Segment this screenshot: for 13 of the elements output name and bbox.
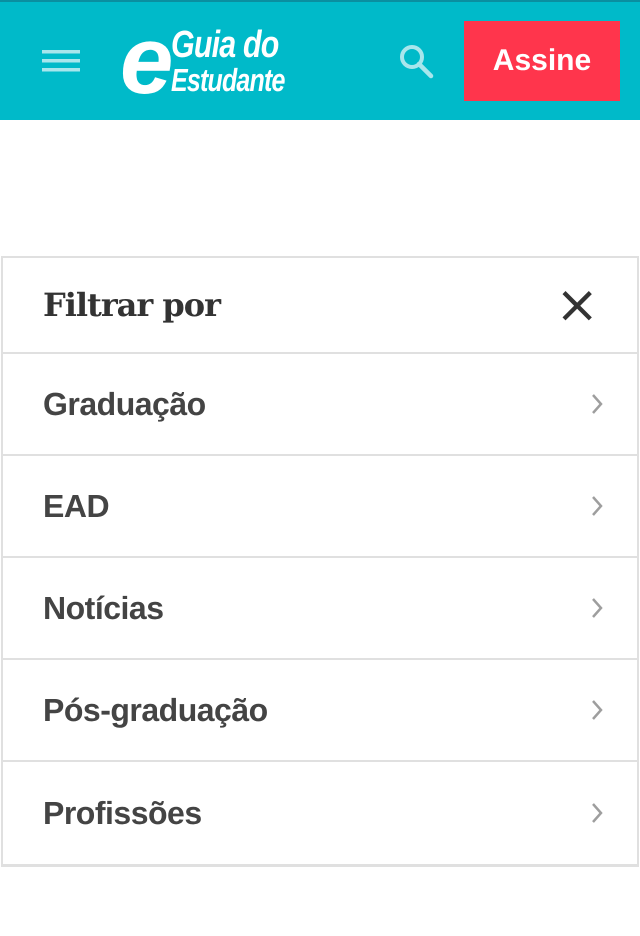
menu-icon[interactable] — [42, 49, 80, 73]
search-icon[interactable] — [398, 43, 434, 79]
chevron-icon — [591, 802, 603, 824]
logo-text: Estudante — [171, 64, 286, 96]
chevron-icon — [591, 393, 603, 415]
subscribe-button[interactable]: Assine — [464, 21, 620, 101]
chevron-icon — [591, 699, 603, 721]
logo-mark: e — [120, 25, 170, 97]
close-button[interactable]: × — [555, 279, 599, 331]
panel-title: Filtrar por — [43, 286, 220, 324]
logo-text: Guia do — [171, 26, 280, 64]
chevron-icon — [591, 597, 603, 619]
chevron-icon — [591, 495, 603, 517]
